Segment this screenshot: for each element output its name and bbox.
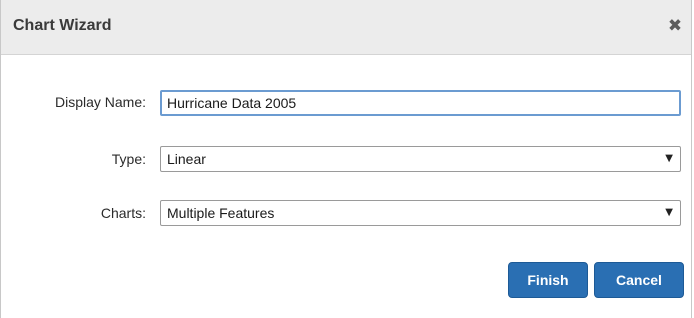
dialog-title: Chart Wizard [13,17,112,34]
dropdown-arrow-icon: ▼ [665,153,673,164]
dropdown-arrow-icon: ▼ [665,207,673,218]
dialog-titlebar: Chart Wizard ✖ [1,0,691,55]
charts-select[interactable]: Multiple Features ▼ [160,200,681,226]
close-icon[interactable]: ✖ [667,18,683,35]
display-name-label: Display Name: [54,94,146,110]
finish-button[interactable]: Finish [508,262,588,298]
type-label: Type: [111,151,146,167]
display-name-input[interactable] [160,90,681,116]
type-select[interactable]: Linear ▼ [160,146,681,172]
charts-selected-value: Multiple Features [167,205,275,221]
charts-label: Charts: [100,205,146,221]
chart-wizard-dialog: Chart Wizard ✖ Display Name: Type: Linea… [0,0,692,318]
cancel-button[interactable]: Cancel [594,262,684,298]
type-selected-value: Linear [167,151,206,167]
